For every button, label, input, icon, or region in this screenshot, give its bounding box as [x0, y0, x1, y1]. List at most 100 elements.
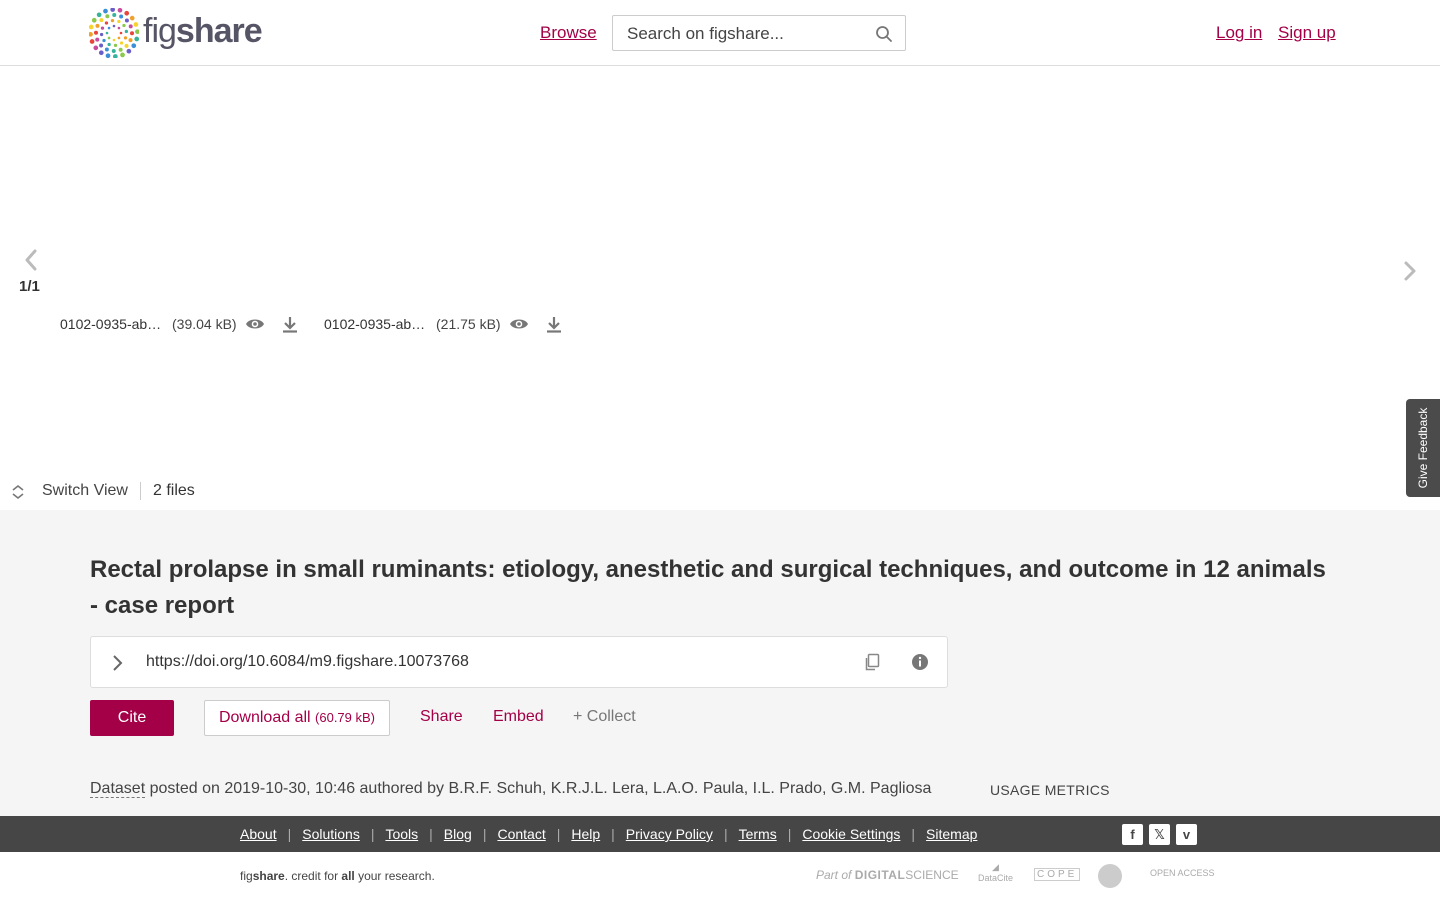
logo-dot — [117, 19, 121, 24]
footer-link[interactable]: Terms — [739, 826, 777, 842]
cope-logo[interactable]: COPE — [1034, 868, 1081, 881]
page-title: Rectal prolapse in small ruminants: etio… — [90, 556, 1326, 619]
logo-dot — [133, 22, 139, 27]
seal-logo[interactable] — [1098, 864, 1122, 888]
footer-links: About | Solutions | Tools | Blog | Contact | Help |… — [240, 826, 977, 842]
copy-icon[interactable] — [863, 653, 881, 671]
chevron-left-icon[interactable] — [22, 248, 40, 272]
logo-dot — [118, 47, 123, 52]
cite-button[interactable]: Cite — [90, 700, 174, 736]
logo-dot — [104, 21, 109, 25]
footer-link[interactable]: Sitemap — [926, 826, 977, 842]
item-details: Rectal prolapse in small ruminants: etio… — [0, 510, 1440, 816]
info-icon[interactable] — [911, 653, 929, 671]
footer-separator: | — [482, 826, 487, 842]
logo-dot — [105, 53, 111, 58]
footer-separator: | — [370, 826, 375, 842]
file-size: (39.04 kB) — [172, 316, 237, 332]
expand-collapse-icon[interactable] — [10, 484, 26, 500]
footer-separator: | — [787, 826, 792, 842]
eye-icon[interactable] — [509, 317, 529, 331]
logo-dot — [122, 23, 126, 28]
file-item: 0102-0935-ab… (21.75 kB) — [324, 315, 563, 333]
share-button[interactable]: Share — [420, 708, 463, 726]
search-input[interactable]: Search on figshare... — [612, 15, 906, 51]
feedback-label: Give Feedback — [1416, 407, 1430, 489]
posted-info: posted on 2019-10-30, 10:46 authored by … — [145, 780, 932, 797]
logo-dot — [93, 45, 99, 51]
logo-dot — [119, 31, 123, 35]
vimeo-icon[interactable]: v — [1176, 824, 1197, 845]
switch-view-button[interactable]: Switch View — [42, 482, 128, 500]
logo-dot — [107, 36, 111, 40]
figshare-logo-icon — [89, 8, 139, 58]
x-icon[interactable]: 𝕏 — [1149, 824, 1170, 845]
logo-dot — [105, 14, 110, 19]
files-count: 2 files — [153, 482, 195, 499]
file-name[interactable]: 0102-0935-ab… — [324, 316, 428, 332]
download-icon[interactable] — [281, 315, 299, 333]
chevron-right-icon[interactable] — [111, 654, 123, 672]
logo-dot — [107, 26, 111, 30]
figshare-logo[interactable]: figshare — [89, 8, 263, 58]
footer-link[interactable]: Tools — [385, 826, 418, 842]
logo-dot — [134, 36, 139, 42]
search-icon[interactable] — [875, 25, 893, 43]
chevron-right-icon[interactable] — [1402, 260, 1418, 282]
collect-button[interactable]: + Collect — [573, 708, 636, 726]
file-item: 0102-0935-ab… (39.04 kB) — [60, 315, 299, 333]
download-all-button[interactable]: Download all (60.79 kB) — [204, 700, 390, 736]
social-links: f 𝕏 v — [1122, 824, 1197, 845]
logo-dot — [96, 12, 102, 18]
open-access-logo[interactable]: OPEN ACCESS — [1150, 868, 1215, 878]
footer-link[interactable]: Blog — [444, 826, 472, 842]
logo-dot — [94, 30, 99, 35]
footer-separator: | — [556, 826, 561, 842]
logo-dot — [110, 8, 116, 12]
download-size: (60.79 kB) — [315, 710, 376, 725]
logo-dot — [119, 14, 124, 19]
footer-separator: | — [611, 826, 615, 842]
logo-dot — [99, 32, 104, 37]
eye-icon[interactable] — [245, 317, 265, 331]
footer-link[interactable]: About — [240, 826, 277, 842]
embed-button[interactable]: Embed — [493, 708, 544, 726]
doi-link[interactable]: https://doi.org/10.6084/m9.figshare.1007… — [146, 653, 469, 671]
give-feedback-button[interactable]: Give Feedback — [1406, 399, 1440, 497]
file-name[interactable]: 0102-0935-ab… — [60, 316, 164, 332]
file-viewer: 1/1 0102-0935-ab… (39.04 kB) 0102-0935-a… — [0, 66, 1440, 510]
logo-dot — [128, 38, 133, 43]
browse-link[interactable]: Browse — [540, 23, 597, 43]
logo-dot — [112, 54, 118, 58]
footer-link[interactable]: Privacy Policy — [626, 826, 713, 842]
logo-dot — [98, 50, 104, 56]
footer-link[interactable]: Solutions — [302, 826, 360, 842]
login-link[interactable]: Log in — [1216, 23, 1262, 43]
signup-link[interactable]: Sign up — [1278, 23, 1336, 43]
logo-dot — [95, 37, 100, 42]
footer-link[interactable]: Cookie Settings — [802, 826, 900, 842]
file-pager: 1/1 — [19, 278, 40, 295]
logo-dot — [103, 8, 108, 14]
datacite-logo[interactable]: ◢ DataCite — [978, 862, 1013, 883]
usage-metrics-link[interactable]: USAGE METRICS — [990, 782, 1110, 798]
download-icon[interactable] — [545, 315, 563, 333]
logo-dot — [104, 47, 109, 52]
footer-separator: | — [287, 826, 292, 842]
logo-dot — [110, 18, 115, 23]
facebook-icon[interactable]: f — [1122, 824, 1143, 845]
footer-link[interactable]: Contact — [497, 826, 545, 842]
digital-science-logo[interactable]: Part of DIGITALSCIENCE — [816, 868, 959, 882]
logo-dot — [117, 36, 121, 40]
logo-dot — [102, 38, 106, 43]
site-header: figshare Browse Search on figshare... Lo… — [0, 0, 1440, 66]
file-size: (21.75 kB) — [436, 316, 501, 332]
footer-link[interactable]: Help — [571, 826, 600, 842]
download-all-label: Download all — [218, 709, 311, 726]
logo-dot — [112, 13, 117, 18]
footer-tagline: figshare. credit for all your research. — [240, 869, 435, 883]
logo-dot — [124, 43, 129, 48]
search-placeholder: Search on figshare... — [627, 24, 784, 43]
item-type[interactable]: Dataset — [90, 780, 146, 798]
footer-bottom: figshare. credit for all your research. … — [0, 852, 1440, 900]
